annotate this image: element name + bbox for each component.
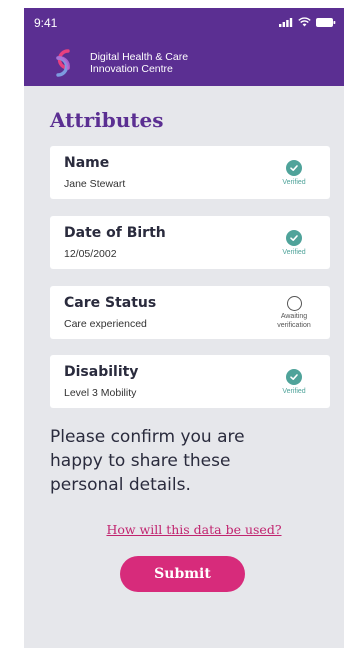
attribute-value: Care experienced xyxy=(64,318,147,330)
org-name-line1: Digital Health & Care xyxy=(90,51,189,63)
signal-icon xyxy=(279,17,293,27)
page-title: Attributes xyxy=(50,108,164,132)
status-label-line2: verification xyxy=(277,321,311,329)
attribute-value: 12/05/2002 xyxy=(64,248,117,260)
verified-status: Verified xyxy=(264,369,324,396)
status-label: Verified xyxy=(282,179,306,186)
confirm-message: Please confirm you are happy to share th… xyxy=(50,427,245,495)
phone-screen: 9:41 Digital Health & Care Innovation Ce… xyxy=(24,8,344,648)
attribute-value: Jane Stewart xyxy=(64,178,126,190)
status-time: 9:41 xyxy=(34,16,58,30)
submit-button[interactable]: Submit xyxy=(120,556,245,592)
data-usage-link[interactable]: How will this data be used? xyxy=(24,522,344,537)
awaiting-status: Awaiting verification xyxy=(264,296,324,329)
attribute-card-disability: Disability Level 3 Mobility Verified xyxy=(50,355,330,408)
attribute-label: Disability xyxy=(64,364,139,380)
verified-status: Verified xyxy=(264,160,324,187)
dhcic-logo-icon xyxy=(56,49,70,77)
org-name: Digital Health & Care Innovation Centre xyxy=(90,51,188,75)
attribute-value: Level 3 Mobility xyxy=(64,387,137,399)
status-label-line1: Awaiting xyxy=(280,313,308,320)
verified-status: Verified xyxy=(264,230,324,257)
attribute-label: Name xyxy=(64,155,110,171)
status-icons xyxy=(279,17,336,27)
wifi-icon xyxy=(298,17,311,27)
attribute-card-date-of-birth: Date of Birth 12/05/2002 Verified xyxy=(50,216,330,269)
empty-circle-icon xyxy=(286,296,302,311)
app-header: 9:41 Digital Health & Care Innovation Ce… xyxy=(24,8,344,86)
check-circle-icon xyxy=(286,230,302,246)
attribute-label: Care Status xyxy=(64,295,157,311)
attribute-card-name: Name Jane Stewart Verified xyxy=(50,146,330,199)
attribute-card-care-status: Care Status Care experienced Awaiting ve… xyxy=(50,286,330,339)
status-label: Verified xyxy=(282,388,306,395)
check-circle-icon xyxy=(286,369,302,385)
attribute-label: Date of Birth xyxy=(64,225,166,241)
org-name-line2: Innovation Centre xyxy=(90,63,173,75)
battery-icon xyxy=(316,17,336,27)
status-label: Verified xyxy=(282,249,306,256)
check-circle-icon xyxy=(286,160,302,176)
